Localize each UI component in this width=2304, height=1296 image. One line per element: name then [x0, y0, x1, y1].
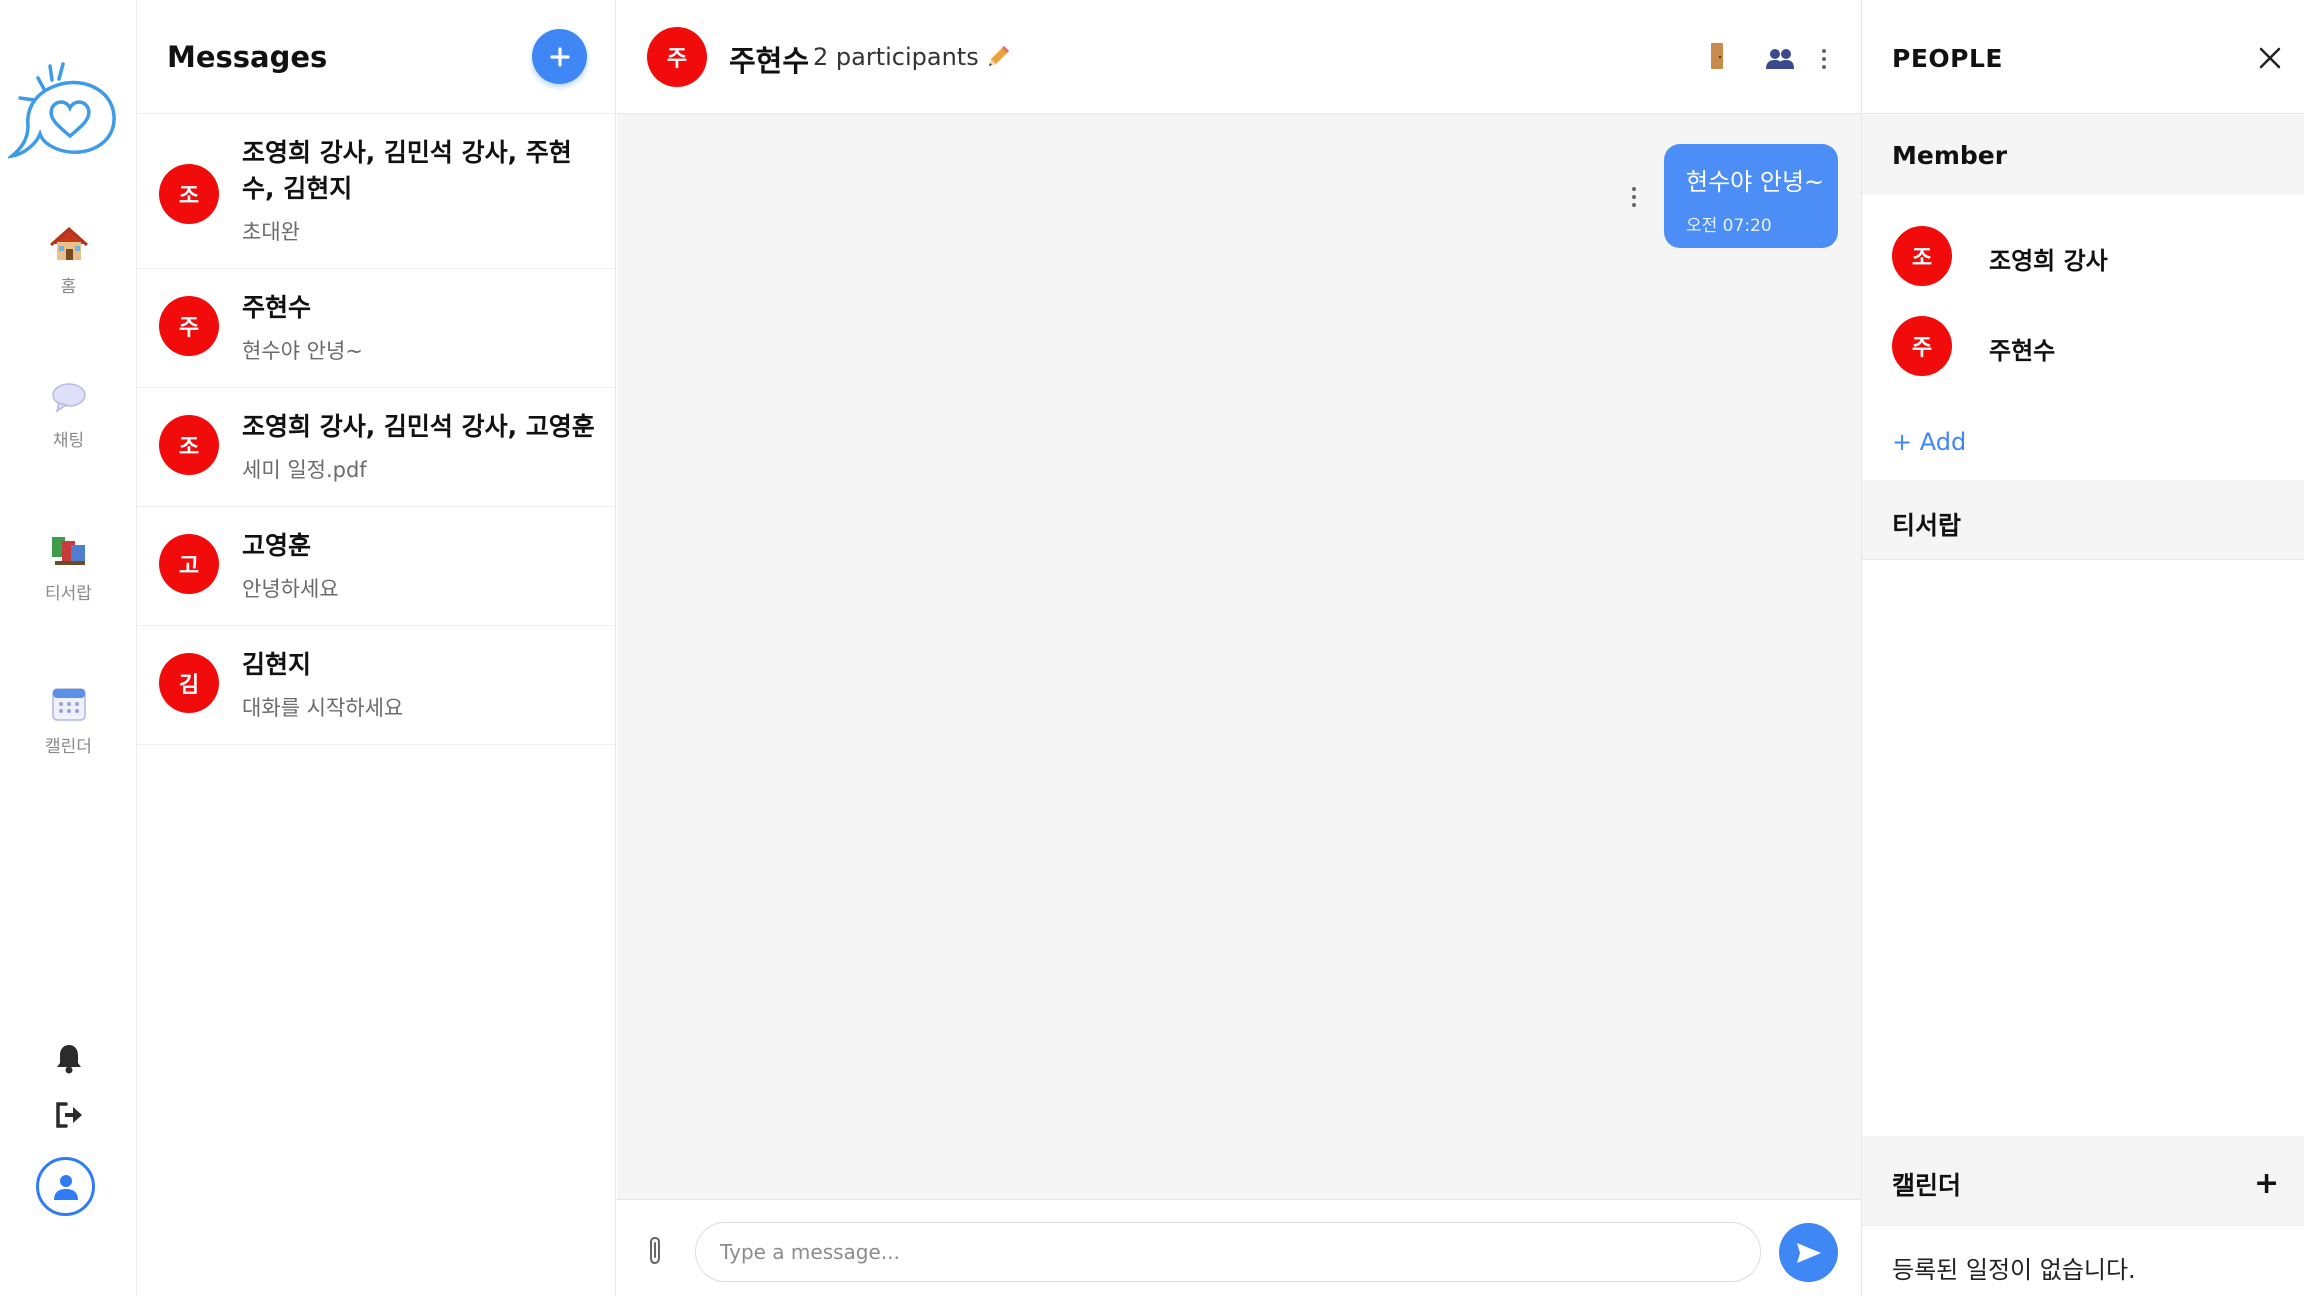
profile-button[interactable] [36, 1157, 95, 1216]
conversation-list-header: Messages [137, 0, 615, 114]
nav-item-drawer[interactable]: 티서랍 [0, 531, 137, 604]
people-panel-header: PEOPLE [1862, 0, 2304, 114]
avatar: 조 [159, 164, 219, 224]
avatar: 조 [1892, 226, 1952, 286]
conversation-item[interactable]: 주 주현수 현수야 안녕~ [137, 269, 615, 388]
nav-label-chat: 채팅 [52, 431, 85, 451]
plus-icon [549, 46, 570, 67]
conversation-last-message: 현수야 안녕~ [242, 339, 363, 363]
nav-item-home[interactable]: 홈 [0, 224, 137, 297]
message-input[interactable] [695, 1222, 1761, 1282]
paperclip-icon[interactable] [647, 1236, 665, 1266]
new-conversation-button[interactable] [532, 29, 587, 84]
calendar-empty-text: 등록된 일정이 없습니다. [1892, 1256, 2136, 1284]
participants-icon[interactable] [1765, 48, 1795, 70]
conversation-last-message: 세미 일정.pdf [242, 458, 367, 482]
conversation-list-panel: Messages 조 조영희 강사, 김민석 강사, 주현수, 김현지 초대완 … [137, 0, 616, 1296]
chat-header: 주 주현수 2 participants [617, 0, 1861, 114]
message-time: 오전 07:20 [1686, 216, 1772, 236]
nav-item-chat[interactable]: 채팅 [0, 378, 137, 451]
member-name: 조영희 강사 [1989, 247, 2108, 275]
conversation-item[interactable]: 조 조영희 강사, 김민석 강사, 고영훈 세미 일정.pdf [137, 388, 615, 507]
calendar-section-header: 캘린더 [1862, 1136, 2304, 1226]
nav-label-home: 홈 [60, 277, 77, 297]
drawer-section-header: 티서랍 [1862, 480, 2304, 560]
calendar-icon [51, 688, 86, 721]
chat-bubble-icon [51, 383, 86, 413]
conversation-last-message: 안녕하세요 [242, 577, 339, 601]
participant-count: 2 participants [813, 43, 979, 71]
chat-title: 주현수 [729, 44, 810, 78]
more-vertical-icon[interactable] [1821, 48, 1827, 70]
member-item[interactable]: 주 주현수 [1862, 316, 2304, 376]
chat-area: 주 주현수 2 participants 현수야 안녕~ 오전 07:20 [617, 0, 1861, 1296]
member-item[interactable]: 조 조영희 강사 [1862, 226, 2304, 286]
avatar: 주 [159, 296, 219, 356]
message-text: 현수야 안녕~ [1686, 168, 1825, 196]
conversation-name: 조영희 강사, 김민석 강사, 고영훈 [242, 412, 595, 441]
profile-icon [53, 1174, 78, 1200]
door-icon[interactable] [1710, 42, 1724, 70]
drawer-section-title: 티서랍 [1892, 511, 1962, 540]
notifications-button[interactable] [0, 1042, 137, 1078]
conversation-last-message: 대화를 시작하세요 [242, 696, 404, 720]
conversation-item[interactable]: 조 조영희 강사, 김민석 강사, 주현수, 김현지 초대완 [137, 114, 615, 269]
member-section-header: Member [1862, 115, 2304, 195]
send-button[interactable] [1779, 1223, 1838, 1282]
logout-button[interactable] [0, 1100, 137, 1134]
logout-icon [55, 1102, 82, 1128]
send-icon [1796, 1242, 1821, 1263]
conversation-item[interactable]: 김 김현지 대화를 시작하세요 [137, 626, 615, 745]
message-bubble[interactable]: 현수야 안녕~ 오전 07:20 [1664, 144, 1838, 248]
avatar: 김 [159, 653, 219, 713]
avatar: 고 [159, 534, 219, 594]
conversation-last-message: 초대완 [242, 220, 300, 244]
nav-item-calendar[interactable]: 캘린더 [0, 684, 137, 757]
member-name: 주현수 [1989, 337, 2056, 365]
member-section-title: Member [1892, 141, 2008, 170]
messages-title: Messages [167, 40, 328, 74]
app-logo-icon[interactable] [8, 58, 120, 164]
sidebar-nav: 홈 채팅 티서랍 캘린더 [0, 0, 137, 1296]
add-member-button[interactable]: + Add [1892, 428, 1966, 456]
calendar-section-title: 캘린더 [1892, 1171, 1962, 1200]
conversation-name: 김현지 [242, 650, 312, 679]
books-icon [51, 537, 85, 565]
message-options-icon[interactable] [1631, 186, 1637, 208]
message-composer [617, 1199, 1861, 1296]
people-panel: PEOPLE Member 조 조영희 강사 주 주현수 + Add 티서랍 캘… [1861, 0, 2304, 1296]
message-item: 현수야 안녕~ 오전 07:20 [1664, 144, 1838, 248]
nav-label-drawer: 티서랍 [45, 584, 92, 604]
close-icon[interactable] [2256, 44, 2284, 72]
avatar: 조 [159, 415, 219, 475]
conversation-item[interactable]: 고 고영훈 안녕하세요 [137, 507, 615, 626]
pencil-icon[interactable] [983, 42, 1013, 72]
bell-icon [56, 1045, 81, 1074]
conversation-name: 조영희 강사, 김민석 강사, 주현수, 김현지 [242, 138, 572, 203]
conversation-name: 고영훈 [242, 531, 312, 560]
conversation-name: 주현수 [242, 293, 312, 322]
add-calendar-event-button[interactable]: + [2254, 1166, 2279, 1201]
nav-label-calendar: 캘린더 [45, 737, 92, 757]
home-icon [49, 226, 88, 260]
avatar: 주 [1892, 316, 1952, 376]
avatar: 주 [647, 27, 707, 87]
people-panel-title: PEOPLE [1892, 44, 2003, 73]
